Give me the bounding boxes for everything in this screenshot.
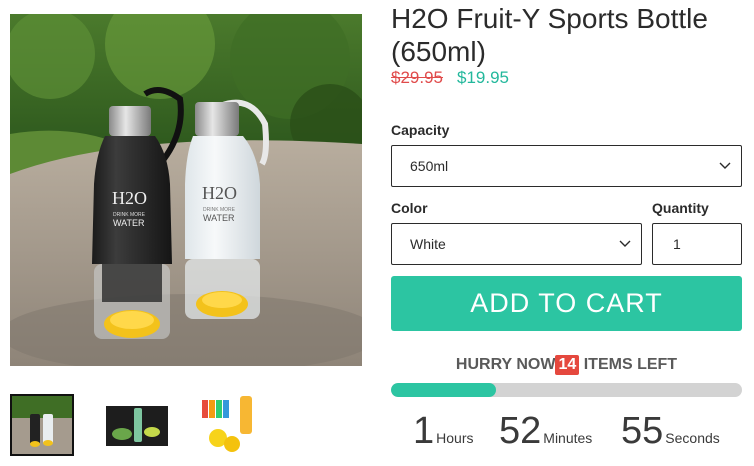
seconds-value: 55 [621,410,664,452]
capacity-value: 650ml [410,158,449,174]
stock-count-badge: 14 [555,355,580,375]
thumbnail-1-image [12,396,72,454]
product-photo-illustration: H2O DRINK MORE WATER H2O DRINK MORE WATE… [10,14,362,366]
countdown-minutes: 52 Minutes [499,410,592,453]
countdown-timer: 1 Hours 52 Minutes 55 Seconds [391,410,742,460]
bottle-logo-white: H2O [202,183,237,203]
stock-progress-fill [391,383,497,397]
quantity-input[interactable] [652,223,742,265]
chevron-down-icon [619,240,631,247]
quantity-label: Quantity [652,200,709,216]
urgency-prefix: HURRY NOW [455,356,556,373]
hours-label: Hours [436,430,474,446]
chevron-down-icon [719,162,731,169]
hours-value: 1 [413,410,435,452]
color-label: Color [391,200,428,216]
color-select[interactable]: White [391,223,642,265]
bottle-word-white: WATER [203,213,235,223]
countdown-seconds: 55 Seconds [621,410,720,453]
thumbnail-2[interactable] [104,394,168,456]
add-to-cart-button[interactable]: ADD TO CART [391,276,742,331]
seconds-label: Seconds [665,430,720,446]
minutes-value: 52 [499,410,542,452]
original-price: $29.95 [391,68,443,87]
thumbnail-1[interactable] [10,394,74,456]
capacity-select[interactable]: 650ml [391,145,742,187]
minutes-label: Minutes [543,430,593,446]
main-product-image[interactable]: H2O DRINK MORE WATER H2O DRINK MORE WATE… [10,14,362,366]
sale-price: $19.95 [457,68,509,87]
stock-progress-bar [391,383,742,397]
color-value: White [410,236,446,252]
thumbnail-3-image [202,396,252,452]
bottle-word-black: WATER [113,218,145,228]
countdown-hours: 1 Hours [413,410,474,453]
thumbnail-3[interactable] [198,394,262,456]
bottle-logo-black: H2O [112,188,147,208]
urgency-suffix: ITEMS LEFT [583,356,678,373]
product-title: H2O Fruit-Y Sports Bottle (650ml) [391,3,708,67]
thumbnail-2-image [106,406,168,446]
capacity-label: Capacity [391,122,450,138]
urgency-message: HURRY NOW 14 ITEMS LEFT [391,355,742,375]
